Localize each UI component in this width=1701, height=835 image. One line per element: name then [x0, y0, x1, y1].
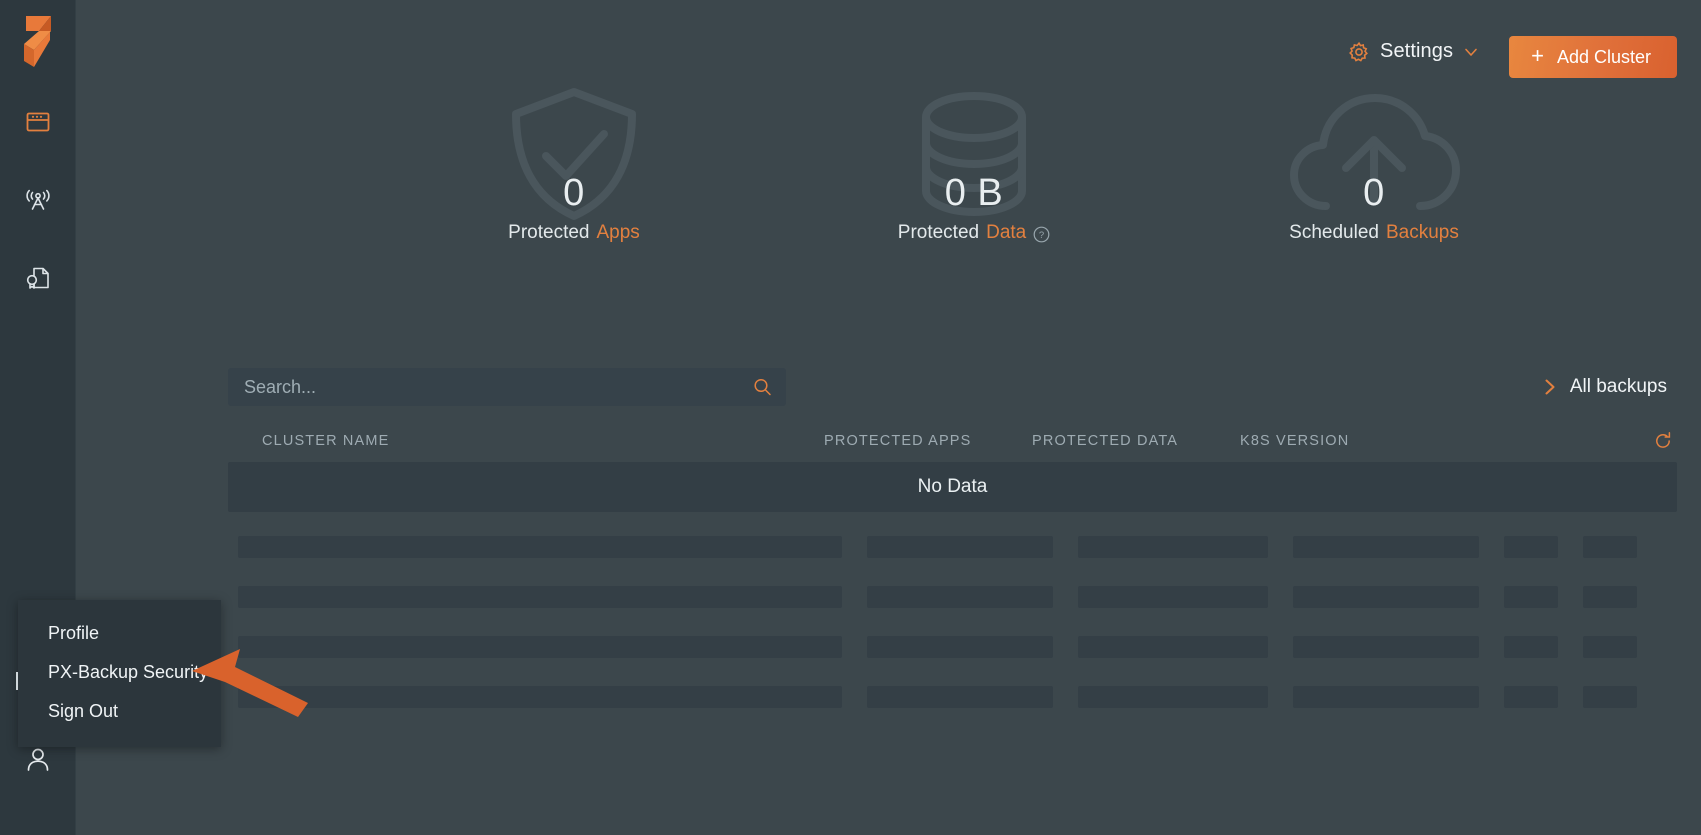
settings-menu-button[interactable]: Settings — [1346, 36, 1481, 67]
table-row — [228, 572, 1677, 622]
portworx-logo-icon — [21, 14, 55, 70]
skeleton-cell — [1078, 686, 1268, 708]
summary-tile-protected-apps: 0 Protected Apps — [474, 84, 674, 264]
column-header-protected-apps: PROTECTED APPS — [824, 433, 1032, 449]
scheduled-backups-label-accent: Backups — [1386, 222, 1459, 244]
table-row — [228, 522, 1677, 572]
protected-data-label-prefix: Protected — [898, 222, 979, 244]
scheduled-backups-label-prefix: Scheduled — [1289, 222, 1379, 244]
sidebar-nav — [0, 102, 75, 298]
sidebar-item-licenses[interactable] — [18, 258, 58, 298]
refresh-button[interactable] — [1653, 431, 1677, 451]
skeleton-cell — [1583, 536, 1637, 558]
document-badge-icon — [24, 264, 52, 292]
main-content: Settings + Add Cluster 0 — [76, 0, 1701, 835]
clusters-table: CLUSTER NAME PROTECTED APPS PROTECTED DA… — [152, 420, 1701, 722]
chevron-down-icon — [1463, 44, 1479, 60]
skeleton-cell — [238, 536, 842, 558]
skeleton-cell — [1293, 586, 1479, 608]
protected-data-label-accent: Data — [986, 222, 1026, 244]
add-cluster-label: Add Cluster — [1557, 47, 1651, 68]
help-circle-icon[interactable]: ? — [1033, 226, 1050, 243]
summary-tiles: 0 Protected Apps — [76, 84, 1701, 264]
skeleton-cell — [1504, 536, 1558, 558]
skeleton-cell — [1583, 586, 1637, 608]
skeleton-cell — [1504, 686, 1558, 708]
chevron-right-icon — [1542, 378, 1558, 396]
all-backups-link[interactable]: All backups — [1542, 376, 1667, 398]
column-header-cluster-name: CLUSTER NAME — [228, 433, 824, 449]
table-empty-row: No Data — [228, 462, 1677, 512]
brand-logo[interactable] — [0, 0, 75, 76]
app-root: Settings + Add Cluster 0 — [0, 0, 1701, 835]
table-row — [228, 622, 1677, 672]
sidebar-item-monitoring[interactable] — [18, 180, 58, 220]
protected-apps-value: 0 — [474, 172, 674, 215]
skeleton-cell — [238, 636, 842, 658]
dashboard-window-icon — [25, 109, 51, 135]
refresh-icon — [1653, 431, 1673, 451]
menu-item-sign-out[interactable]: Sign Out — [18, 692, 221, 731]
skeleton-cell — [1583, 636, 1637, 658]
account-context-menu: Profile PX-Backup Security Sign Out — [18, 600, 221, 747]
skeleton-cell — [1293, 686, 1479, 708]
scheduled-backups-value: 0 — [1274, 172, 1474, 215]
plus-icon: + — [1531, 45, 1544, 67]
table-header-row: CLUSTER NAME PROTECTED APPS PROTECTED DA… — [228, 420, 1677, 462]
summary-tile-scheduled-backups: 0 Scheduled Backups — [1274, 84, 1474, 264]
top-header: Settings + Add Cluster — [76, 0, 1701, 92]
table-toolbar: All backups — [152, 368, 1701, 406]
skeleton-cell — [1293, 536, 1479, 558]
gear-icon — [1348, 41, 1370, 63]
table-skeleton-rows — [228, 522, 1677, 722]
text-cursor-mark — [16, 672, 18, 690]
menu-item-px-backup-security[interactable]: PX-Backup Security — [18, 653, 221, 692]
skeleton-cell — [238, 686, 842, 708]
skeleton-cell — [238, 586, 842, 608]
user-profile-icon — [23, 745, 53, 775]
skeleton-cell — [1583, 686, 1637, 708]
skeleton-cell — [867, 636, 1053, 658]
summary-tile-protected-data: 0 B Protected Data ? — [874, 84, 1074, 264]
no-data-label: No Data — [918, 476, 988, 498]
protected-data-label: Protected Data ? — [874, 222, 1074, 244]
skeleton-cell — [1078, 536, 1268, 558]
search-box — [228, 368, 786, 406]
menu-item-profile[interactable]: Profile — [18, 614, 221, 653]
all-backups-label: All backups — [1570, 376, 1667, 398]
broadcast-antenna-icon — [23, 185, 53, 215]
protected-apps-label: Protected Apps — [474, 222, 674, 244]
skeleton-cell — [1078, 586, 1268, 608]
skeleton-cell — [1078, 636, 1268, 658]
protected-data-value: 0 B — [874, 172, 1074, 215]
table-row — [228, 672, 1677, 722]
skeleton-cell — [1293, 636, 1479, 658]
settings-label: Settings — [1380, 40, 1453, 63]
protected-apps-label-accent: Apps — [597, 222, 640, 244]
column-header-protected-data: PROTECTED DATA — [1032, 433, 1240, 449]
column-header-k8s-version: K8S VERSION — [1240, 433, 1540, 449]
search-glass-icon — [753, 378, 772, 397]
svg-text:?: ? — [1039, 230, 1044, 241]
search-input[interactable] — [228, 368, 786, 406]
sidebar-item-account[interactable] — [0, 745, 76, 775]
sidebar-item-dashboard[interactable] — [18, 102, 58, 142]
skeleton-cell — [867, 586, 1053, 608]
skeleton-cell — [867, 536, 1053, 558]
skeleton-cell — [867, 686, 1053, 708]
scheduled-backups-label: Scheduled Backups — [1274, 222, 1474, 244]
protected-apps-label-prefix: Protected — [508, 222, 589, 244]
skeleton-cell — [1504, 586, 1558, 608]
skeleton-cell — [1504, 636, 1558, 658]
search-icon[interactable] — [753, 378, 772, 397]
add-cluster-button[interactable]: + Add Cluster — [1509, 36, 1677, 78]
